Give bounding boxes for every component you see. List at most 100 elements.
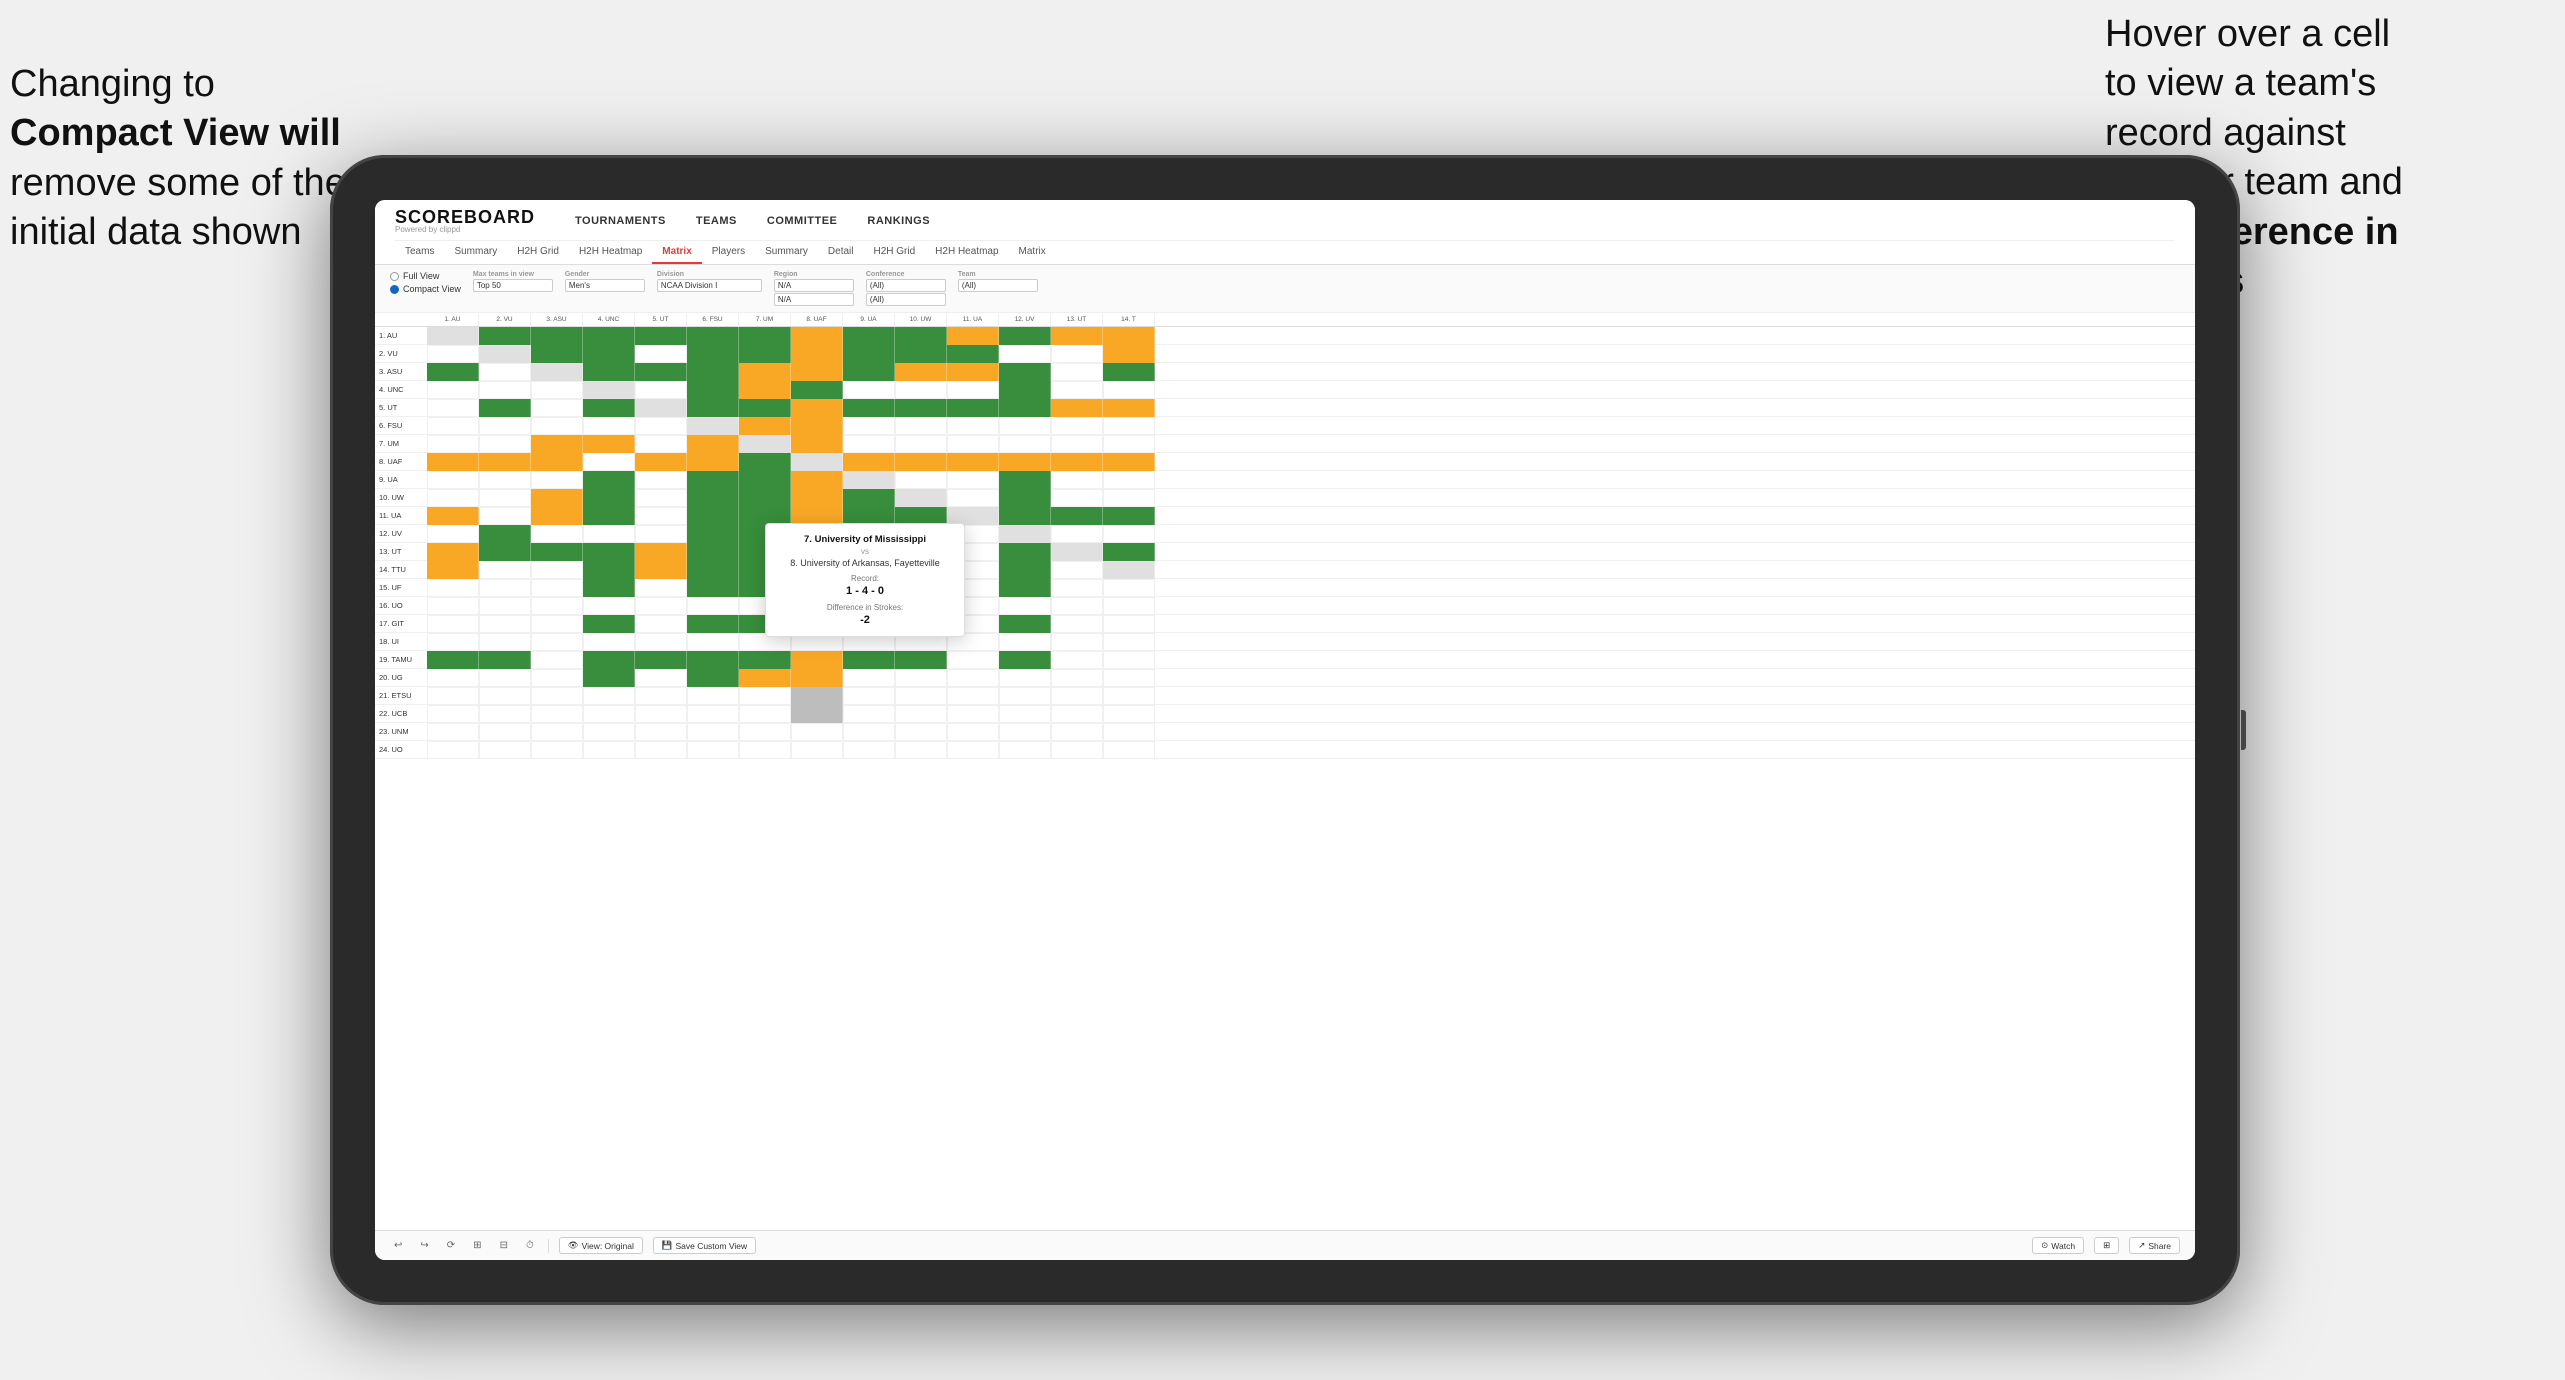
matrix-cell[interactable] [1051,453,1103,471]
matrix-cell[interactable] [583,435,635,453]
matrix-cell[interactable] [1051,417,1103,435]
matrix-cell[interactable] [739,363,791,381]
matrix-cell[interactable] [1051,633,1103,651]
matrix-cell[interactable] [583,741,635,759]
matrix-cell[interactable] [1103,525,1155,543]
view-original-button[interactable]: 👁 View: Original [559,1237,643,1254]
matrix-cell[interactable] [999,507,1051,525]
matrix-cell[interactable] [791,471,843,489]
matrix-cell[interactable] [739,687,791,705]
matrix-cell[interactable] [947,723,999,741]
matrix-cell[interactable] [895,669,947,687]
matrix-cell[interactable] [999,597,1051,615]
matrix-cell[interactable] [427,615,479,633]
matrix-cell[interactable] [479,327,531,345]
matrix-cell[interactable] [843,435,895,453]
matrix-cell[interactable] [427,435,479,453]
matrix-cell[interactable] [999,435,1051,453]
matrix-cell[interactable] [687,687,739,705]
matrix-cell[interactable] [791,417,843,435]
tab-h2h-grid-right[interactable]: H2H Grid [863,241,925,264]
matrix-cell[interactable] [427,687,479,705]
matrix-cell[interactable] [947,669,999,687]
matrix-cell[interactable] [1051,435,1103,453]
matrix-cell[interactable] [947,399,999,417]
matrix-cell[interactable] [583,507,635,525]
matrix-cell[interactable] [427,579,479,597]
matrix-cell[interactable] [583,705,635,723]
matrix-cell[interactable] [1103,543,1155,561]
matrix-cell[interactable] [947,435,999,453]
matrix-cell[interactable] [687,507,739,525]
matrix-cell[interactable] [1103,417,1155,435]
matrix-cell[interactable] [635,669,687,687]
matrix-cell[interactable] [687,543,739,561]
matrix-cell[interactable] [427,489,479,507]
matrix-cell[interactable] [1103,507,1155,525]
layout-icon-button[interactable]: ⊞ [2094,1237,2119,1254]
filter-conference-select1[interactable]: (All) [866,279,946,292]
matrix-cell[interactable] [479,741,531,759]
undo-icon[interactable]: ↩ [390,1238,406,1253]
matrix-cell[interactable] [947,651,999,669]
matrix-cell[interactable] [1103,381,1155,399]
matrix-cell[interactable] [531,723,583,741]
matrix-cell[interactable] [739,399,791,417]
clock-icon[interactable]: ⏱ [522,1238,538,1253]
matrix-cell[interactable] [531,417,583,435]
matrix-cell[interactable] [739,327,791,345]
matrix-cell[interactable] [947,417,999,435]
matrix-cell[interactable] [531,525,583,543]
matrix-cell[interactable] [843,327,895,345]
matrix-cell[interactable] [843,399,895,417]
matrix-cell[interactable] [479,435,531,453]
matrix-cell[interactable] [635,327,687,345]
matrix-cell[interactable] [1051,723,1103,741]
matrix-cell[interactable] [1051,597,1103,615]
share-button[interactable]: ↗ Share [2129,1237,2180,1254]
matrix-cell[interactable] [1103,633,1155,651]
matrix-cell[interactable] [895,381,947,399]
matrix-cell[interactable] [427,399,479,417]
matrix-cell[interactable] [479,525,531,543]
matrix-cell[interactable] [427,633,479,651]
watch-button[interactable]: ⊙ Watch [2032,1237,2084,1254]
matrix-cell[interactable] [999,417,1051,435]
matrix-cell[interactable] [531,687,583,705]
matrix-cell[interactable] [531,399,583,417]
radio-full-view[interactable]: Full View [390,271,461,281]
matrix-cell[interactable] [687,525,739,543]
matrix-cell[interactable] [843,507,895,525]
matrix-cell[interactable] [427,525,479,543]
matrix-cell[interactable] [1103,651,1155,669]
matrix-cell[interactable] [947,453,999,471]
matrix-cell[interactable] [999,543,1051,561]
tab-teams[interactable]: Teams [395,241,444,264]
matrix-cell[interactable] [635,363,687,381]
matrix-cell[interactable] [583,687,635,705]
matrix-cell[interactable] [895,507,947,525]
matrix-cell[interactable] [843,489,895,507]
matrix-cell[interactable] [895,363,947,381]
matrix-cell[interactable] [947,363,999,381]
matrix-cell[interactable] [479,561,531,579]
matrix-cell[interactable] [895,399,947,417]
matrix-cell[interactable] [427,669,479,687]
matrix-cell[interactable] [843,705,895,723]
matrix-cell[interactable] [531,561,583,579]
matrix-cell[interactable] [531,345,583,363]
matrix-cell[interactable] [791,705,843,723]
matrix-cell[interactable] [739,705,791,723]
matrix-cell[interactable] [687,597,739,615]
matrix-cell[interactable] [635,705,687,723]
matrix-cell[interactable] [947,381,999,399]
matrix-cell[interactable] [999,741,1051,759]
matrix-cell[interactable] [947,687,999,705]
matrix-cell[interactable] [479,381,531,399]
matrix-cell[interactable] [843,417,895,435]
matrix-cell[interactable] [999,651,1051,669]
filter-team-select[interactable]: (All) [958,279,1038,292]
matrix-cell[interactable] [1051,489,1103,507]
matrix-cell[interactable] [687,633,739,651]
matrix-cell[interactable] [1103,435,1155,453]
